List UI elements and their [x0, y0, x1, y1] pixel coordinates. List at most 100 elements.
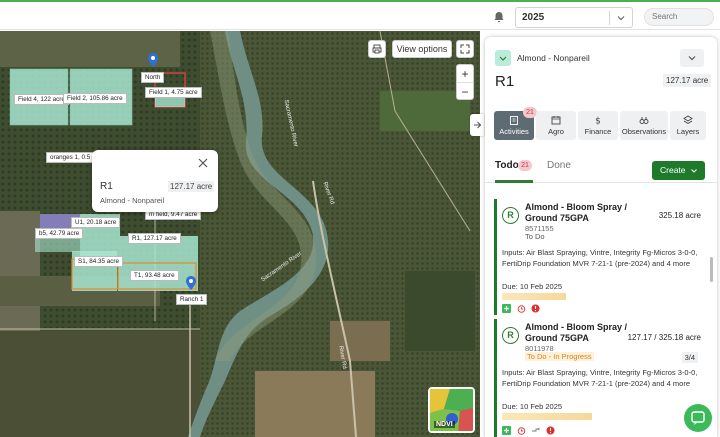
activity-card[interactable]: R Almond - Bloom Spray / Ground 75GPA 12… [494, 319, 701, 437]
tab-done[interactable]: Done [547, 160, 571, 171]
layers-icon [683, 115, 693, 125]
year-value: 2025 [522, 12, 545, 23]
top-bar: 2025 [0, 0, 720, 30]
activities-count-badge: 21 [523, 107, 537, 118]
activity-due: Due: 10 Feb 2025 [502, 282, 563, 291]
crop-color-icon [495, 50, 511, 66]
ndvi-label: NDVI [434, 421, 455, 428]
map-view[interactable]: Field 4, 122 acre Field 2, 105.86 acre N… [0, 31, 480, 437]
field-area: 127.17 acre [663, 74, 712, 87]
alarm-icon[interactable] [517, 304, 526, 313]
alarm-icon[interactable] [517, 426, 526, 435]
zoom-control: + − [456, 64, 474, 100]
activity-status: To Do [525, 232, 545, 241]
svg-text:$: $ [595, 117, 601, 126]
tab-observations[interactable]: Observations [620, 111, 668, 140]
chevron-down-icon [688, 56, 696, 61]
field-label[interactable]: Field 1, 4.75 acre [145, 87, 202, 98]
dollar-icon: $ [595, 117, 601, 126]
tab-label: Finance [584, 127, 612, 136]
view-options-button[interactable]: View options [392, 40, 452, 58]
ndvi-layer-toggle[interactable]: NDVI [428, 387, 475, 433]
tab-layers[interactable]: Layers [670, 111, 706, 140]
popup-title: R1 [100, 181, 113, 192]
chevron-down-icon [617, 16, 625, 21]
tab-label: Layers [676, 127, 700, 136]
chat-button[interactable] [684, 404, 712, 432]
crop-name: Almond - Nonpareil [517, 53, 590, 63]
activity-inputs: Inputs: Air Blast Spraying, Vintre, Inte… [502, 368, 698, 388]
chevron-down-icon [691, 169, 697, 173]
tab-todo[interactable]: Todo [495, 160, 519, 171]
field-label[interactable]: b5, 42.79 acre [35, 228, 84, 239]
chat-icon [691, 411, 705, 425]
field-label[interactable]: Field 4, 122 acre [14, 94, 69, 105]
zoom-out-button[interactable]: − [457, 83, 473, 101]
select-divider [609, 11, 610, 25]
binoculars-icon [639, 117, 649, 124]
todo-count-badge: 21 [518, 160, 532, 171]
field-label[interactable]: Ranch 1 [176, 294, 208, 305]
active-tab-indicator [495, 180, 533, 183]
activity-flags [502, 425, 558, 436]
add-icon[interactable] [502, 426, 511, 436]
tab-finance[interactable]: $ Finance [578, 111, 618, 140]
field-label[interactable]: North [141, 72, 165, 83]
activity-status-icon: R [502, 327, 519, 344]
bell-icon[interactable] [492, 10, 506, 24]
activity-status-icon: R [502, 207, 519, 224]
collapse-panel-button[interactable] [470, 114, 484, 136]
activity-acre: 325.18 acre [658, 211, 701, 220]
fullscreen-button[interactable] [456, 40, 474, 58]
activity-inputs: Inputs: Air Blast Spraying, Vintre, Inte… [502, 248, 698, 268]
activity-subtabs: Todo 21 Done Create [485, 147, 717, 183]
field-label[interactable]: R1, 127.17 acre [128, 233, 181, 244]
create-button[interactable]: Create [652, 161, 705, 180]
tab-label: Agro [548, 127, 564, 136]
field-label[interactable]: S1, 84.35 acre [74, 256, 123, 267]
alert-icon[interactable] [531, 304, 540, 313]
clipboard-icon [510, 116, 518, 125]
panel-tabs: Activities 21 Agro $ Finance Observation… [494, 107, 706, 141]
field-label[interactable]: oranges 1, 0.5 [46, 152, 95, 163]
activity-progress-bar [502, 293, 566, 300]
field-popup: R1 127.17 acre Almond - Nonpareil [92, 150, 218, 212]
activity-acre: 127.17 / 325.18 acre [627, 333, 701, 342]
activity-card[interactable]: R Almond - Bloom Spray / Ground 75GPA 32… [494, 199, 701, 315]
fullscreen-icon [460, 44, 470, 54]
year-select[interactable]: 2025 [515, 7, 633, 28]
create-label: Create [660, 165, 686, 175]
print-button[interactable] [368, 40, 386, 58]
tab-agro[interactable]: Agro [536, 111, 576, 140]
activity-status: To Do - In Progress [525, 352, 594, 361]
field-label[interactable]: Field 2, 105.86 acre [63, 93, 127, 104]
activity-title: Almond - Bloom Spray / Ground 75GPA [525, 202, 628, 223]
add-icon[interactable] [502, 304, 511, 314]
sprayer-icon[interactable] [531, 426, 540, 435]
panel-scrollbar[interactable] [710, 257, 713, 282]
crop-dropdown-button[interactable] [680, 49, 704, 67]
calendar-icon [551, 116, 561, 125]
field-details-panel: Almond - Nonpareil R1 127.17 acre Activi… [485, 37, 717, 437]
search-box[interactable] [644, 8, 714, 26]
alert-icon[interactable] [546, 426, 555, 435]
zoom-in-button[interactable]: + [457, 65, 473, 83]
popup-area: 127.17 acre [168, 181, 215, 192]
field-label[interactable]: U1, 20.18 acre [71, 217, 121, 228]
map-pin-icon[interactable] [148, 53, 158, 67]
tab-activities[interactable]: Activities 21 [494, 107, 537, 140]
tab-label: Observations [621, 127, 667, 136]
map-pin-icon[interactable] [186, 276, 196, 290]
chevron-down-icon [499, 56, 507, 61]
field-name: R1 [495, 73, 515, 90]
activity-flags [502, 303, 543, 314]
close-icon[interactable] [198, 158, 208, 168]
arrow-right-icon [474, 121, 482, 129]
field-label[interactable]: T1, 93.48 acre [130, 270, 179, 281]
popup-crop: Almond - Nonpareil [100, 196, 165, 205]
tab-label: Activities [499, 127, 529, 136]
activity-due: Due: 10 Feb 2025 [502, 402, 563, 411]
search-input[interactable] [652, 12, 714, 21]
activity-step-count: 3/4 [681, 352, 698, 363]
activity-progress-bar [502, 413, 592, 420]
